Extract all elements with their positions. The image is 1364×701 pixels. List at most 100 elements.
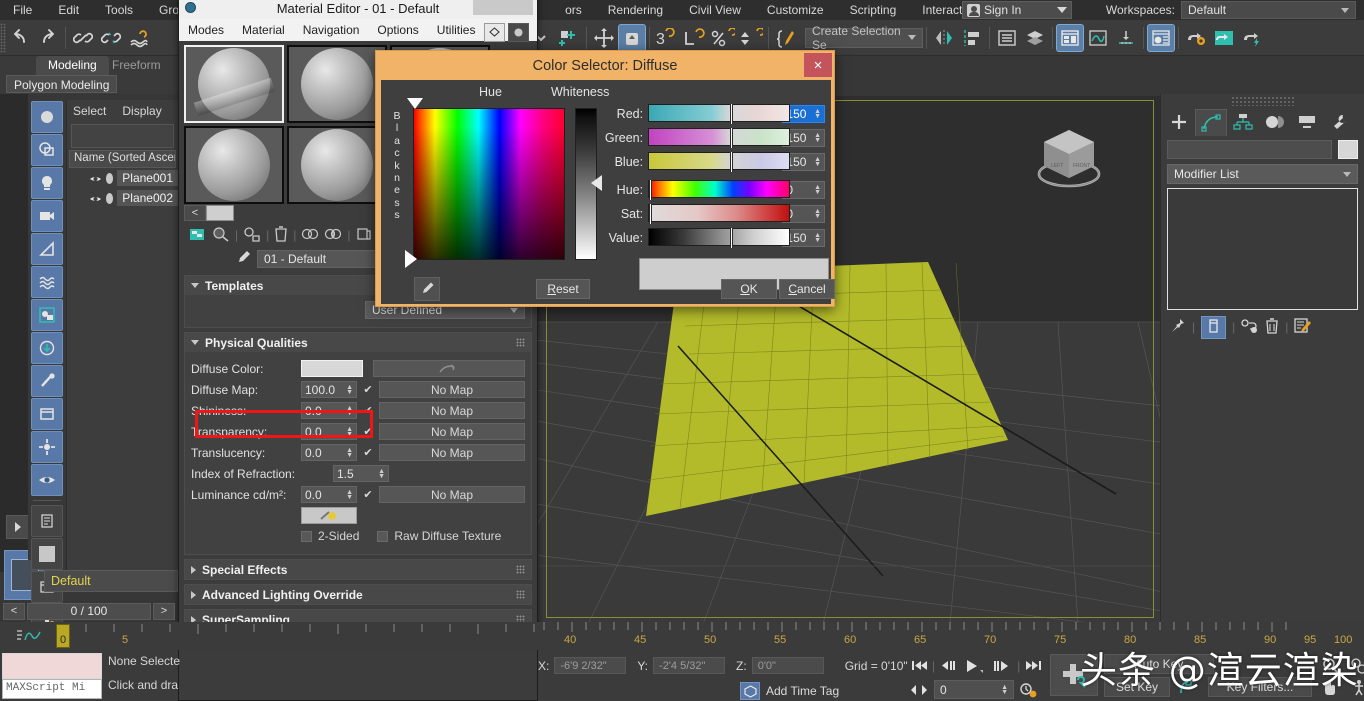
menu-item-rendering[interactable]: Rendering bbox=[595, 0, 676, 20]
render-setup-icon[interactable] bbox=[1182, 24, 1210, 52]
sat-slider-knob[interactable] bbox=[649, 204, 653, 224]
rollup-special-effects-header[interactable]: Special Effects bbox=[185, 560, 531, 579]
rendered-frame-window-icon[interactable] bbox=[1210, 24, 1238, 52]
put-to-library-icon[interactable] bbox=[301, 226, 319, 245]
hue-blackness-field[interactable] bbox=[413, 108, 565, 260]
time-tag-icon[interactable] bbox=[740, 682, 760, 700]
angle-snap-icon[interactable] bbox=[681, 24, 709, 52]
current-frame-display[interactable]: 0 / 100 bbox=[27, 602, 151, 620]
edit-named-selection-icon[interactable] bbox=[772, 24, 800, 52]
show-in-viewport-icon[interactable] bbox=[324, 226, 342, 245]
view-cube-icon[interactable]: LEFT FRONT bbox=[1024, 122, 1114, 194]
select-object-icon[interactable] bbox=[555, 24, 583, 52]
tab-modify[interactable] bbox=[1195, 108, 1227, 136]
get-material-icon[interactable] bbox=[189, 226, 207, 245]
maxscript-mini-listener[interactable]: MAXScript Mi bbox=[2, 679, 102, 699]
z-field[interactable]: 0'0" bbox=[751, 657, 824, 674]
reset-map-icon[interactable] bbox=[243, 226, 261, 245]
material-id-channel-icon[interactable] bbox=[356, 226, 372, 245]
filter-helpers-icon[interactable] bbox=[31, 233, 63, 265]
backlight-icon[interactable] bbox=[508, 23, 529, 42]
diffuse-color-swatch[interactable] bbox=[301, 360, 363, 377]
make-unique-icon[interactable] bbox=[1241, 318, 1259, 337]
expand-panel-button[interactable] bbox=[6, 515, 30, 539]
explorer-search-input[interactable] bbox=[71, 124, 174, 148]
time-slider-handle[interactable]: 0 bbox=[56, 624, 70, 648]
menu-item-tools[interactable]: Tools bbox=[92, 0, 146, 20]
menu-item-scripting[interactable]: Scripting bbox=[837, 0, 910, 20]
modifier-list-dropdown[interactable]: Modifier List bbox=[1167, 164, 1358, 184]
sign-in-button[interactable]: Sign In bbox=[962, 1, 1072, 19]
color-dot-icon[interactable] bbox=[106, 192, 114, 204]
reset-button[interactable]: Reset bbox=[536, 279, 590, 299]
luminance-map-button[interactable]: No Map bbox=[379, 486, 525, 503]
eye-icon[interactable] bbox=[89, 173, 102, 183]
object-color-swatch[interactable] bbox=[1338, 139, 1358, 159]
tab-create[interactable] bbox=[1163, 108, 1195, 136]
menu-item-civil-view[interactable]: Civil View bbox=[676, 0, 754, 20]
workspaces-select[interactable]: Default bbox=[1181, 1, 1356, 19]
layer-explorer-icon[interactable] bbox=[993, 24, 1021, 52]
value-slider-knob[interactable] bbox=[730, 228, 734, 248]
key-mode-toggle-icon[interactable] bbox=[908, 680, 930, 699]
mat-menu-navigation[interactable]: Navigation bbox=[294, 23, 369, 37]
tab-hierarchy[interactable] bbox=[1227, 108, 1259, 136]
explorer-row-plane001[interactable]: Plane001 bbox=[67, 168, 178, 188]
translucency-spinner[interactable]: 0.0 ▲ ▼ bbox=[301, 444, 357, 461]
mat-menu-material[interactable]: Material bbox=[233, 23, 294, 37]
render-production-icon[interactable] bbox=[1238, 24, 1266, 52]
undo-icon[interactable] bbox=[6, 24, 34, 52]
mat-menu-utilities[interactable]: Utilities bbox=[428, 23, 485, 37]
delete-material-icon[interactable] bbox=[274, 225, 288, 245]
redo-icon[interactable] bbox=[34, 24, 62, 52]
pin-stack-icon[interactable] bbox=[1169, 317, 1186, 337]
blue-slider-knob[interactable] bbox=[730, 152, 734, 172]
diffuse-color-map-button[interactable] bbox=[373, 360, 525, 377]
select-and-link-icon[interactable] bbox=[69, 24, 97, 52]
blank-toggle-icon[interactable] bbox=[31, 538, 63, 570]
scene-explorer-icon[interactable] bbox=[1056, 23, 1084, 52]
diffuse-map-checkbox[interactable]: ✔ bbox=[362, 384, 374, 396]
luminance-spinner[interactable]: 0.0 ▲ ▼ bbox=[301, 486, 357, 503]
track-bar-left[interactable]: 0 5 bbox=[0, 622, 538, 650]
two-sided-checkbox[interactable] bbox=[301, 530, 312, 542]
explorer-menu-select[interactable]: Select bbox=[73, 104, 106, 118]
percent-snap-icon[interactable] bbox=[709, 24, 737, 52]
filter-geometry-icon[interactable] bbox=[31, 101, 63, 133]
ok-button[interactable]: OK bbox=[721, 279, 777, 299]
diffuse-map-button[interactable]: No Map bbox=[379, 381, 525, 398]
command-panel-grip[interactable] bbox=[1231, 96, 1294, 106]
named-selection-set-combo[interactable]: Create Selection Se bbox=[805, 24, 923, 52]
sample-type-icon[interactable] bbox=[484, 23, 505, 42]
luminance-checkbox[interactable]: ✔ bbox=[362, 489, 374, 501]
hue-marker-top-icon[interactable] bbox=[407, 98, 423, 109]
curve-editor-icon[interactable] bbox=[1084, 24, 1112, 52]
ribbon-tab-modeling[interactable]: Modeling bbox=[36, 56, 109, 75]
assign-material-icon[interactable] bbox=[212, 226, 230, 245]
green-slider-knob[interactable] bbox=[730, 128, 734, 148]
transparency-checkbox[interactable]: ✔ bbox=[362, 426, 374, 438]
align-icon[interactable] bbox=[958, 24, 986, 52]
transparency-spinner[interactable]: 0.0 ▲ ▼ bbox=[301, 423, 357, 440]
menu-item-customize[interactable]: Customize bbox=[754, 0, 837, 20]
color-dot-icon[interactable] bbox=[106, 172, 114, 184]
tab-utilities[interactable] bbox=[1323, 108, 1355, 136]
go-to-start-icon[interactable] bbox=[908, 656, 930, 675]
shininess-checkbox[interactable]: ✔ bbox=[362, 405, 374, 417]
mat-menu-options[interactable]: Options bbox=[368, 23, 427, 37]
spinner-snap-icon[interactable] bbox=[737, 24, 765, 52]
prev-slot-button[interactable]: < bbox=[184, 205, 206, 221]
open-mini-curve-editor-icon[interactable] bbox=[16, 628, 42, 646]
layers-icon[interactable] bbox=[1021, 24, 1049, 52]
previous-frame-icon[interactable] bbox=[937, 656, 959, 675]
diffuse-map-amount-spinner[interactable]: 100.0 ▲ ▼ bbox=[301, 381, 357, 398]
material-editor-titlebar[interactable]: Material Editor - 01 - Default bbox=[179, 0, 537, 19]
object-name-input[interactable] bbox=[1167, 139, 1332, 159]
material-editor-icon[interactable] bbox=[1147, 23, 1175, 52]
sample-slot-4[interactable] bbox=[184, 126, 284, 204]
luminance-preset-button[interactable] bbox=[301, 507, 357, 524]
cancel-button[interactable]: Cancel bbox=[779, 279, 835, 299]
slot-scroll-thumb[interactable] bbox=[206, 205, 234, 221]
bind-to-space-warp-icon[interactable] bbox=[125, 24, 153, 52]
unlink-selection-icon[interactable] bbox=[97, 24, 125, 52]
